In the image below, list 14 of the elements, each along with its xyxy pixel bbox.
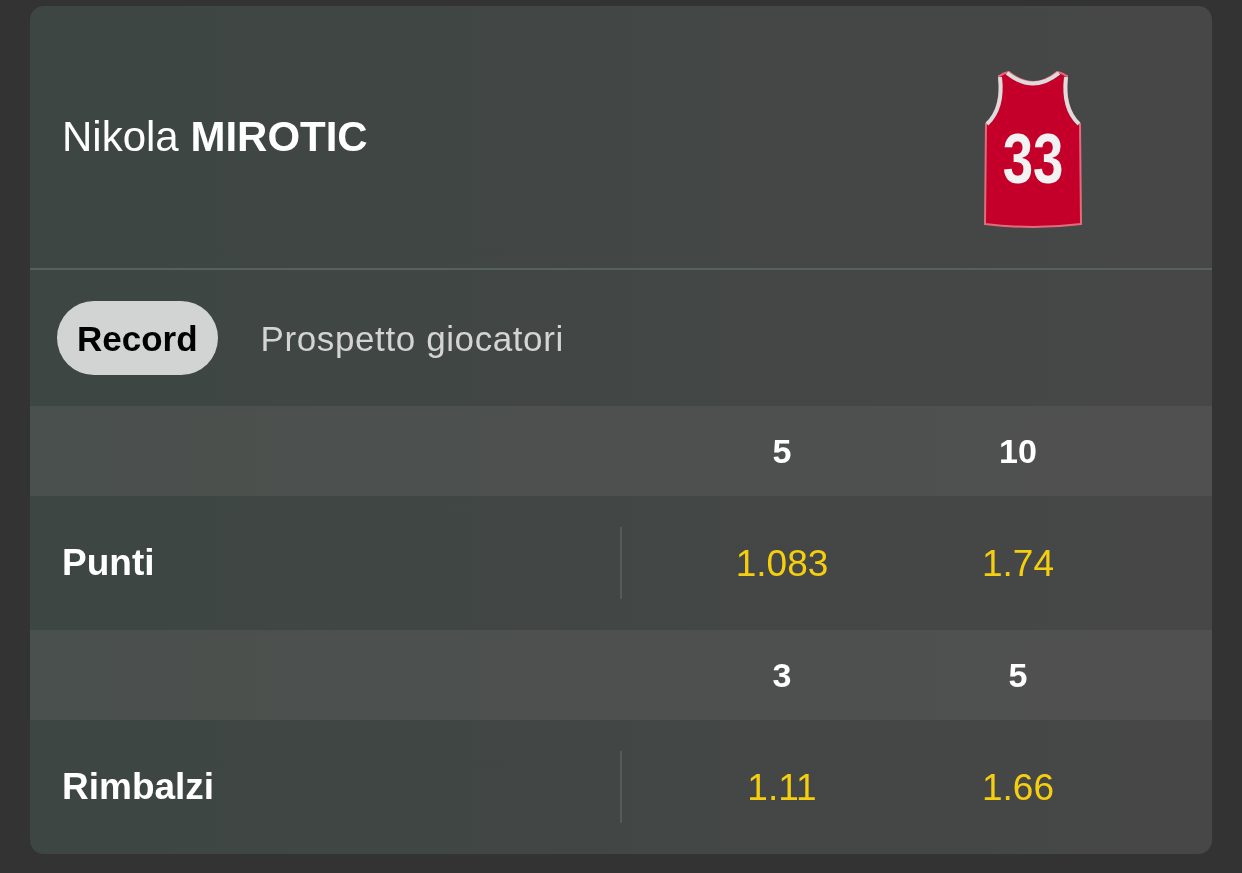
line-value: 3: [772, 658, 792, 692]
tab[interactable]: Prospetto giocatori: [260, 301, 564, 375]
jersey-number: 33: [1001, 124, 1065, 194]
odds-button[interactable]: 1.083: [731, 544, 833, 582]
odds-button[interactable]: 1.11: [743, 768, 821, 806]
tab[interactable]: Record: [57, 301, 218, 375]
line-value: 5: [772, 434, 792, 468]
odds-button[interactable]: 1.74: [978, 544, 1058, 582]
player-name: Nikola MIROTIC: [62, 116, 368, 158]
line-value: 5: [1008, 658, 1028, 692]
market-label: Rimbalzi: [62, 766, 215, 807]
odds-button[interactable]: 1.66: [978, 768, 1058, 806]
line-value: 10: [999, 434, 1037, 468]
market-label: Punti: [62, 542, 155, 583]
